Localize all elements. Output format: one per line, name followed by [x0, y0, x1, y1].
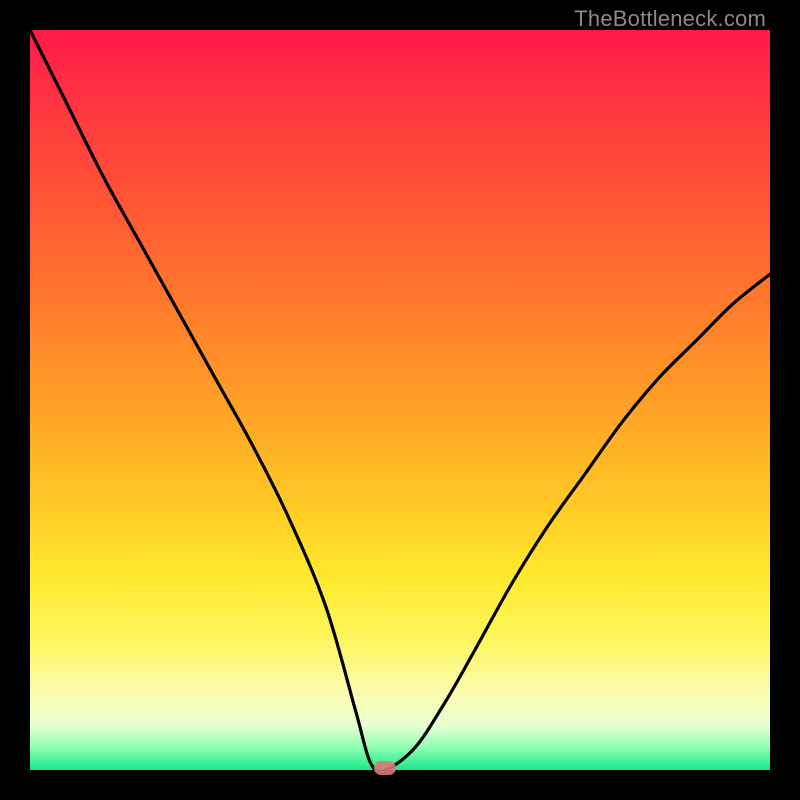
- curve-path: [30, 30, 770, 771]
- watermark-text: TheBottleneck.com: [574, 6, 766, 32]
- bottleneck-curve: [30, 30, 770, 770]
- plot-area: [30, 30, 770, 770]
- minimum-marker: [374, 761, 396, 775]
- chart-frame: TheBottleneck.com: [0, 0, 800, 800]
